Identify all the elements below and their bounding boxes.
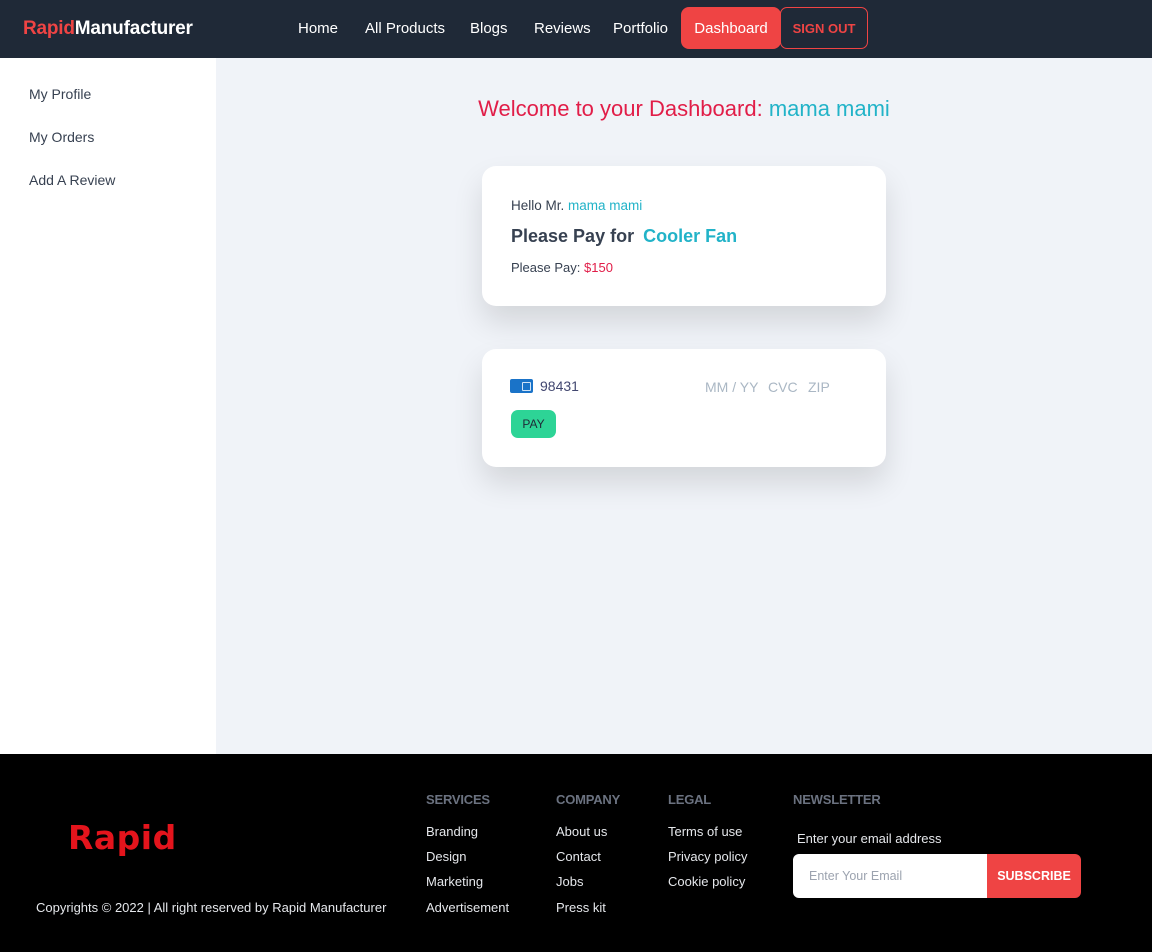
copyright-text: Copyrights © 2022 | All right reserved b… — [36, 900, 387, 915]
sidebar-item-add-review[interactable]: Add A Review — [29, 172, 115, 188]
footer-link-privacy[interactable]: Privacy policy — [668, 849, 747, 864]
footer-logo: Rapid — [68, 818, 177, 857]
welcome-user-name: mama mami — [768, 96, 890, 121]
expiry-field[interactable]: MM / YY — [705, 379, 758, 395]
sidebar-item-my-orders[interactable]: My Orders — [29, 129, 94, 145]
footer-heading-services: SERVICES — [426, 792, 490, 807]
brand-accent: Rapid — [23, 18, 75, 39]
greeting-prefix: Hello Mr. — [511, 198, 565, 213]
page-title: Welcome to your Dashboard: mama mami — [216, 96, 1152, 122]
pay-amount: Please Pay: $150 — [511, 260, 613, 275]
brand-rest: Manufacturer — [74, 18, 193, 39]
nav-dashboard-button[interactable]: Dashboard — [681, 7, 781, 49]
footer-link-jobs[interactable]: Jobs — [556, 874, 583, 889]
pay-amount-prefix: Please Pay: — [511, 260, 581, 275]
subscribe-button[interactable]: SUBSCRIBE — [987, 854, 1081, 898]
footer-link-marketing[interactable]: Marketing — [426, 874, 483, 889]
footer-link-press-kit[interactable]: Press kit — [556, 900, 606, 915]
greeting-user-name: mama mami — [568, 198, 643, 213]
product-name: Cooler Fan — [643, 226, 738, 246]
pay-for-prefix: Please Pay for — [511, 226, 635, 246]
footer: Rapid Copyrights © 2022 | All right rese… — [0, 754, 1152, 952]
brand-logo[interactable]: RapidManufacturer — [23, 18, 193, 40]
amount-value: $150 — [584, 260, 613, 275]
welcome-prefix: Welcome to your Dashboard: — [478, 96, 763, 121]
footer-link-terms[interactable]: Terms of use — [668, 824, 742, 839]
nav-all-products[interactable]: All Products — [365, 20, 445, 37]
newsletter-label: Enter your email address — [797, 831, 942, 846]
greeting: Hello Mr. mama mami — [511, 198, 642, 213]
nav-portfolio[interactable]: Portfolio — [613, 20, 668, 37]
pay-for-heading: Please Pay for Cooler Fan — [511, 226, 737, 247]
footer-heading-newsletter: NEWSLETTER — [793, 792, 881, 807]
navbar: RapidManufacturer Home All Products Blog… — [0, 0, 1152, 58]
cvc-field[interactable]: CVC — [768, 379, 798, 395]
sidebar-item-my-profile[interactable]: My Profile — [29, 86, 91, 102]
sign-out-button[interactable]: SIGN OUT — [780, 7, 868, 49]
order-card: Hello Mr. mama mami Please Pay for Coole… — [482, 166, 886, 306]
footer-heading-company: COMPANY — [556, 792, 621, 807]
footer-link-contact[interactable]: Contact — [556, 849, 601, 864]
card-number-field[interactable]: 98431 — [540, 378, 579, 394]
footer-link-design[interactable]: Design — [426, 849, 466, 864]
credit-card-icon — [510, 379, 533, 393]
nav-blogs[interactable]: Blogs — [470, 20, 508, 37]
pay-button[interactable]: PAY — [511, 410, 556, 438]
nav-reviews[interactable]: Reviews — [534, 20, 591, 37]
footer-link-cookie[interactable]: Cookie policy — [668, 874, 745, 889]
zip-field[interactable]: ZIP — [808, 379, 830, 395]
footer-heading-legal: LEGAL — [668, 792, 712, 807]
sidebar: My Profile My Orders Add A Review — [0, 58, 216, 754]
footer-link-about[interactable]: About us — [556, 824, 607, 839]
footer-link-branding[interactable]: Branding — [426, 824, 478, 839]
newsletter-email-input[interactable] — [793, 854, 988, 898]
nav-home[interactable]: Home — [298, 20, 338, 37]
footer-link-advertisement[interactable]: Advertisement — [426, 900, 509, 915]
payment-card: 98431 MM / YY CVC ZIP PAY — [482, 349, 886, 467]
